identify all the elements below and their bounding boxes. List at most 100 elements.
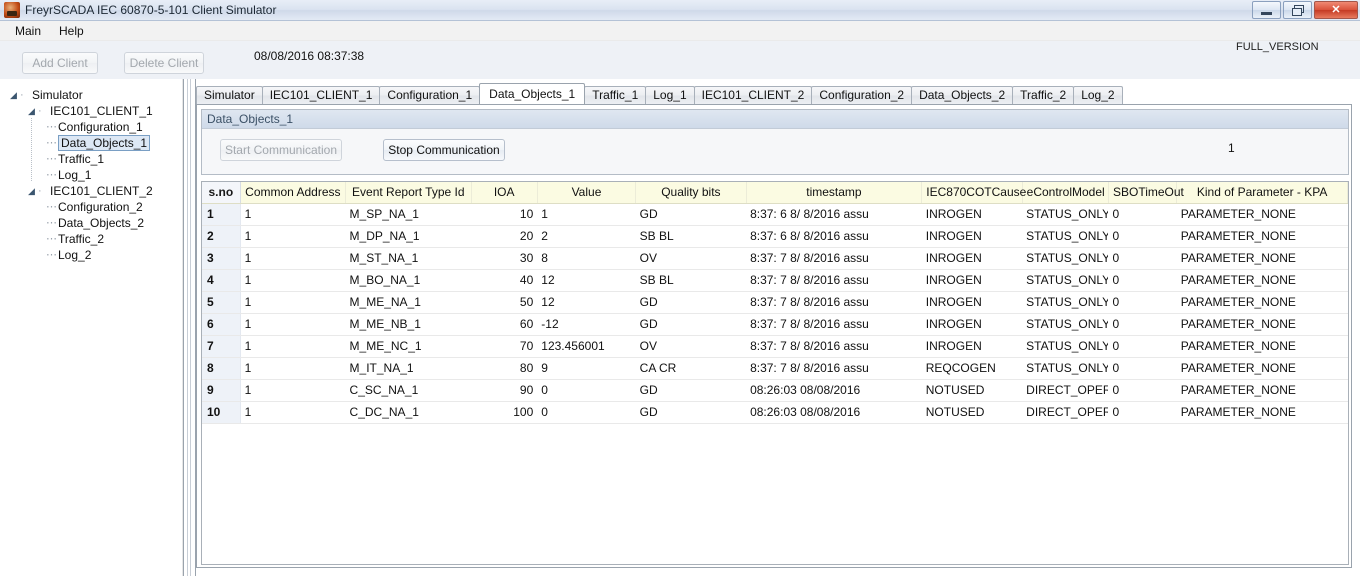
table-row[interactable]: 8 1 M_IT_NA_1 80 9 CA CR 8:37: 7 8/ 8/2016 ass… (202, 357, 1348, 380)
cell-kpa: PARAMETER_NONE (1176, 203, 1348, 226)
tree-item-log-1[interactable]: ⋯ Log_1 (0, 166, 182, 182)
tree-item-iec101-client-2[interactable]: ◢ · IEC101_CLIENT_2 (0, 182, 182, 198)
restore-button[interactable] (1283, 1, 1312, 19)
cell-value: 1 (537, 203, 636, 226)
minimize-icon (1261, 11, 1272, 15)
column-header-event-report-type-id[interactable]: Event Report Type Id (345, 182, 472, 204)
cell-ecm: STATUS_ONLY (1022, 357, 1109, 380)
cell-quality: GD (635, 313, 747, 336)
column-header-econtrolmodel[interactable]: eControlModel (1022, 182, 1109, 204)
cell-type: M_BO_NA_1 (345, 269, 472, 292)
menu-item-main[interactable]: Main (6, 22, 50, 40)
tab-data-objects-2[interactable]: Data_Objects_2 (911, 86, 1014, 104)
column-header-s-no[interactable]: s.no (202, 182, 241, 204)
menu-item-help[interactable]: Help (50, 22, 93, 40)
column-header-iec870cotcause[interactable]: IEC870COTCause (921, 182, 1026, 204)
simulator-tree[interactable]: ◢ · Simulator ◢ · IEC101_CLIENT_1 ⋯ Configurati… (0, 79, 182, 262)
column-header-quality-bits[interactable]: Quality bits (635, 182, 747, 204)
cell-ca: 1 (240, 313, 346, 336)
cell-ecm: STATUS_ONLY (1022, 203, 1109, 226)
tree-item-data-objects-2[interactable]: ⋯Data_Objects_2 (0, 214, 182, 230)
toolbar (0, 41, 1360, 79)
tree-item-label: Data_Objects_1 (58, 134, 151, 151)
tree-line-icon: ⋯ (46, 168, 57, 181)
tree-item-log-2[interactable]: ⋯Log_2 (0, 246, 182, 262)
tree-guide-line (31, 134, 32, 150)
table-row[interactable]: 6 1 M_ME_NB_1 60 -12 GD 8:37: 7 8/ 8/2016 assu… (202, 313, 1348, 336)
cell-cot: INROGEN (921, 269, 1023, 292)
table-row[interactable]: 7 1 M_ME_NC_1 70 123.456001 OV 8:37: 7 8/ 8/20… (202, 335, 1348, 358)
tree-expander-icon[interactable]: ◢ (10, 87, 20, 103)
tree-line-icon: ⋯ (46, 248, 57, 261)
add-client-button[interactable]: Add Client (22, 52, 98, 74)
table-row[interactable]: 2 1 M_DP_NA_1 20 2 SB BL 8:37: 6 8/ 8/2016 ass… (202, 225, 1348, 248)
tree-item-simulator[interactable]: ◢ · Simulator (0, 86, 182, 102)
column-header-timestamp[interactable]: timestamp (746, 182, 923, 204)
restore-icon (1292, 5, 1304, 16)
cell-value: 9 (537, 357, 636, 380)
connection-count-label: 1 (1228, 141, 1235, 155)
tab-configuration-2[interactable]: Configuration_2 (811, 86, 913, 104)
cell-quality: GD (635, 401, 747, 424)
cell-timestamp: 08:26:03 08/08/2016 (746, 379, 922, 402)
tab-log-2[interactable]: Log_2 (1073, 86, 1123, 104)
cell-sbo: 0 (1108, 379, 1177, 402)
panel-splitter[interactable] (183, 79, 196, 576)
cell-sno: 5 (202, 291, 241, 314)
tab-iec101-client-1[interactable]: IEC101_CLIENT_1 (261, 86, 381, 104)
cell-ca: 1 (240, 247, 346, 270)
column-header-value[interactable]: Value (537, 182, 637, 204)
tree-expander-icon[interactable]: ◢ (28, 183, 38, 199)
tab-configuration-1[interactable]: Configuration_1 (379, 86, 481, 104)
tab-log-1[interactable]: Log_1 (645, 86, 695, 104)
app-icon (4, 2, 20, 18)
start-communication-button[interactable]: Start Communication (220, 139, 342, 161)
close-button[interactable]: ✕ (1314, 1, 1358, 19)
cell-type: M_ST_NA_1 (345, 247, 472, 270)
column-header-common-address[interactable]: Common Address (240, 182, 347, 204)
tree-guide-line (31, 150, 32, 166)
content-area: Simulator IEC101_CLIENT_1 Configuration_1 D… (196, 79, 1360, 576)
cell-kpa: PARAMETER_NONE (1176, 247, 1348, 270)
tree-item-configuration-1[interactable]: ⋯ Configuration_1 (0, 118, 182, 134)
stop-communication-button[interactable]: Stop Communication (383, 139, 505, 161)
tree-item-iec101-client-1[interactable]: ◢ · IEC101_CLIENT_1 (0, 102, 182, 118)
data-objects-table: s.no Common Address Event Report Type Id IO… (202, 182, 1348, 424)
tab-traffic-2[interactable]: Traffic_2 (1012, 86, 1075, 104)
tree-item-traffic-1[interactable]: ⋯ Traffic_1 (0, 150, 182, 166)
table-row[interactable]: 10 1 C_DC_NA_1 100 0 GD 08:26:03 08/08/2016 NOT… (202, 401, 1348, 424)
cell-sbo: 0 (1108, 335, 1177, 358)
cell-value: -12 (537, 313, 636, 336)
cell-sno: 6 (202, 313, 241, 336)
cell-value: 12 (537, 291, 636, 314)
tree-guide-line (31, 166, 32, 182)
cell-ioa: 30 (471, 247, 538, 270)
tab-traffic-1[interactable]: Traffic_1 (584, 86, 647, 104)
delete-client-button[interactable]: Delete Client (124, 52, 204, 74)
tab-simulator[interactable]: Simulator (196, 86, 263, 104)
tree-item-data-objects-1[interactable]: ⋯ Data_Objects_1 (0, 134, 182, 151)
cell-ioa: 100 (471, 401, 538, 424)
table-row[interactable]: 4 1 M_BO_NA_1 40 12 SB BL 8:37: 7 8/ 8/2016 as… (202, 269, 1348, 292)
cell-cot: NOTUSED (921, 379, 1023, 402)
cell-timestamp: 8:37: 7 8/ 8/2016 assu (746, 247, 922, 270)
tree-item-traffic-2[interactable]: ⋯Traffic_2 (0, 230, 182, 246)
table-row[interactable]: 3 1 M_ST_NA_1 30 8 OV 8:37: 7 8/ 8/2016 assu IN… (202, 247, 1348, 270)
column-header-kind-of-parameter-kpa[interactable]: Kind of Parameter - KPA (1176, 182, 1348, 204)
table-row[interactable]: 9 1 C_SC_NA_1 90 0 GD 08:26:03 08/08/2016 NOTUS… (202, 379, 1348, 402)
cell-quality: SB BL (635, 225, 747, 248)
table-row[interactable]: 5 1 M_ME_NA_1 50 12 GD 8:37: 7 8/ 8/2016 assu I… (202, 291, 1348, 314)
tab-data-objects-1[interactable]: Data_Objects_1 (479, 83, 586, 104)
cell-ioa: 50 (471, 291, 538, 314)
tree-line-icon: ⋯ (46, 120, 57, 133)
table-row[interactable]: 1 1 M_SP_NA_1 10 1 GD 8:37: 6 8/ 8/2016 assu IN… (202, 203, 1348, 226)
data-objects-grid[interactable]: s.no Common Address Event Report Type Id IO… (201, 181, 1349, 565)
column-header-sbotimeout[interactable]: SBOTimeOut (1108, 182, 1184, 204)
column-header-ioa[interactable]: IOA (471, 182, 538, 204)
tree-item-configuration-2[interactable]: ⋯Configuration_2 (0, 198, 182, 214)
cell-value: 123.456001 (537, 335, 636, 358)
tree-expander-icon[interactable]: ◢ (28, 103, 38, 119)
minimize-button[interactable] (1252, 1, 1281, 19)
cell-ecm: DIRECT_OPER (1022, 379, 1109, 402)
tab-iec101-client-2[interactable]: IEC101_CLIENT_2 (693, 86, 813, 104)
